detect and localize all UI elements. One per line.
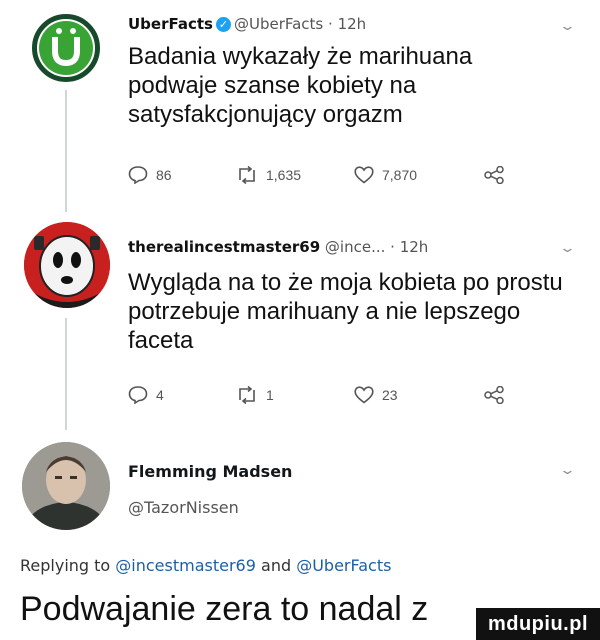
- share-icon: [484, 166, 504, 184]
- like-button[interactable]: 7,870: [354, 166, 417, 184]
- uberfacts-avatar[interactable]: [32, 14, 100, 82]
- timestamp[interactable]: · 12h: [328, 15, 366, 33]
- replying-to-and: and: [261, 556, 292, 575]
- tweet-text: Badania wykazały że marihuana podwaje sz…: [128, 43, 473, 128]
- watermark-logo: mdupiu.pl: [476, 608, 600, 640]
- chevron-down-icon[interactable]: ⌄: [559, 240, 576, 256]
- share-icon: [484, 386, 504, 404]
- tweet-text: Wygląda na to że moja kobieta po prostu …: [128, 269, 563, 354]
- display-name[interactable]: therealincestmaster69: [128, 238, 320, 256]
- meme-caption: Podwajanie zera to nadal z: [20, 590, 429, 628]
- replying-to-user-link[interactable]: @incestmaster69: [115, 556, 256, 575]
- replying-to-user-link[interactable]: @UberFacts: [296, 556, 391, 575]
- thread-line: [65, 90, 67, 212]
- uberfacts-logo-icon: [39, 21, 93, 75]
- chevron-down-icon[interactable]: ⌄: [559, 18, 576, 34]
- tweet-header: UberFacts ✓ @UberFacts · 12h: [128, 15, 366, 33]
- tweet-actions: 4 1 23: [128, 384, 508, 406]
- display-name[interactable]: UberFacts: [128, 15, 213, 33]
- handle[interactable]: @TazorNissen: [128, 498, 239, 517]
- like-count: 23: [382, 387, 398, 403]
- reply-button[interactable]: 4: [128, 386, 164, 404]
- reply-icon: [128, 166, 148, 184]
- like-count: 7,870: [382, 167, 418, 183]
- reply-icon: [128, 386, 148, 404]
- handle[interactable]: @ince...: [325, 238, 385, 256]
- replying-to-label: Replying to: [20, 556, 111, 575]
- share-button[interactable]: [484, 166, 504, 184]
- reply-count: 4: [156, 387, 164, 403]
- reply-count: 86: [156, 167, 172, 183]
- thread-line: [65, 318, 67, 430]
- retweet-icon: [239, 166, 255, 184]
- retweet-button[interactable]: 1,635: [236, 166, 301, 184]
- retweet-count: 1,635: [266, 167, 302, 183]
- retweet-button[interactable]: 1: [236, 386, 274, 404]
- like-button[interactable]: 23: [354, 386, 398, 404]
- tweet-header: therealincestmaster69 @ince... · 12h: [128, 238, 428, 256]
- tweet-actions: 86 1,635 7,870: [128, 164, 508, 186]
- retweet-icon: [239, 386, 255, 404]
- reply-button[interactable]: 86: [128, 166, 172, 184]
- chevron-down-icon[interactable]: ⌄: [559, 462, 576, 478]
- therealincestmaster-avatar[interactable]: [24, 222, 110, 308]
- like-icon: [354, 166, 374, 184]
- share-button[interactable]: [484, 386, 504, 404]
- shyguy-avatar-icon: [24, 222, 110, 308]
- like-icon: [354, 386, 374, 404]
- handle[interactable]: @UberFacts: [234, 15, 323, 33]
- verified-icon: ✓: [215, 17, 231, 32]
- timestamp[interactable]: · 12h: [390, 238, 428, 256]
- flemming-avatar[interactable]: [22, 442, 110, 530]
- replying-to: Replying to @incestmaster69 and @UberFac…: [20, 556, 391, 575]
- retweet-count: 1: [266, 387, 274, 403]
- display-name[interactable]: Flemming Madsen: [128, 462, 292, 481]
- profile-photo-icon: [22, 442, 110, 530]
